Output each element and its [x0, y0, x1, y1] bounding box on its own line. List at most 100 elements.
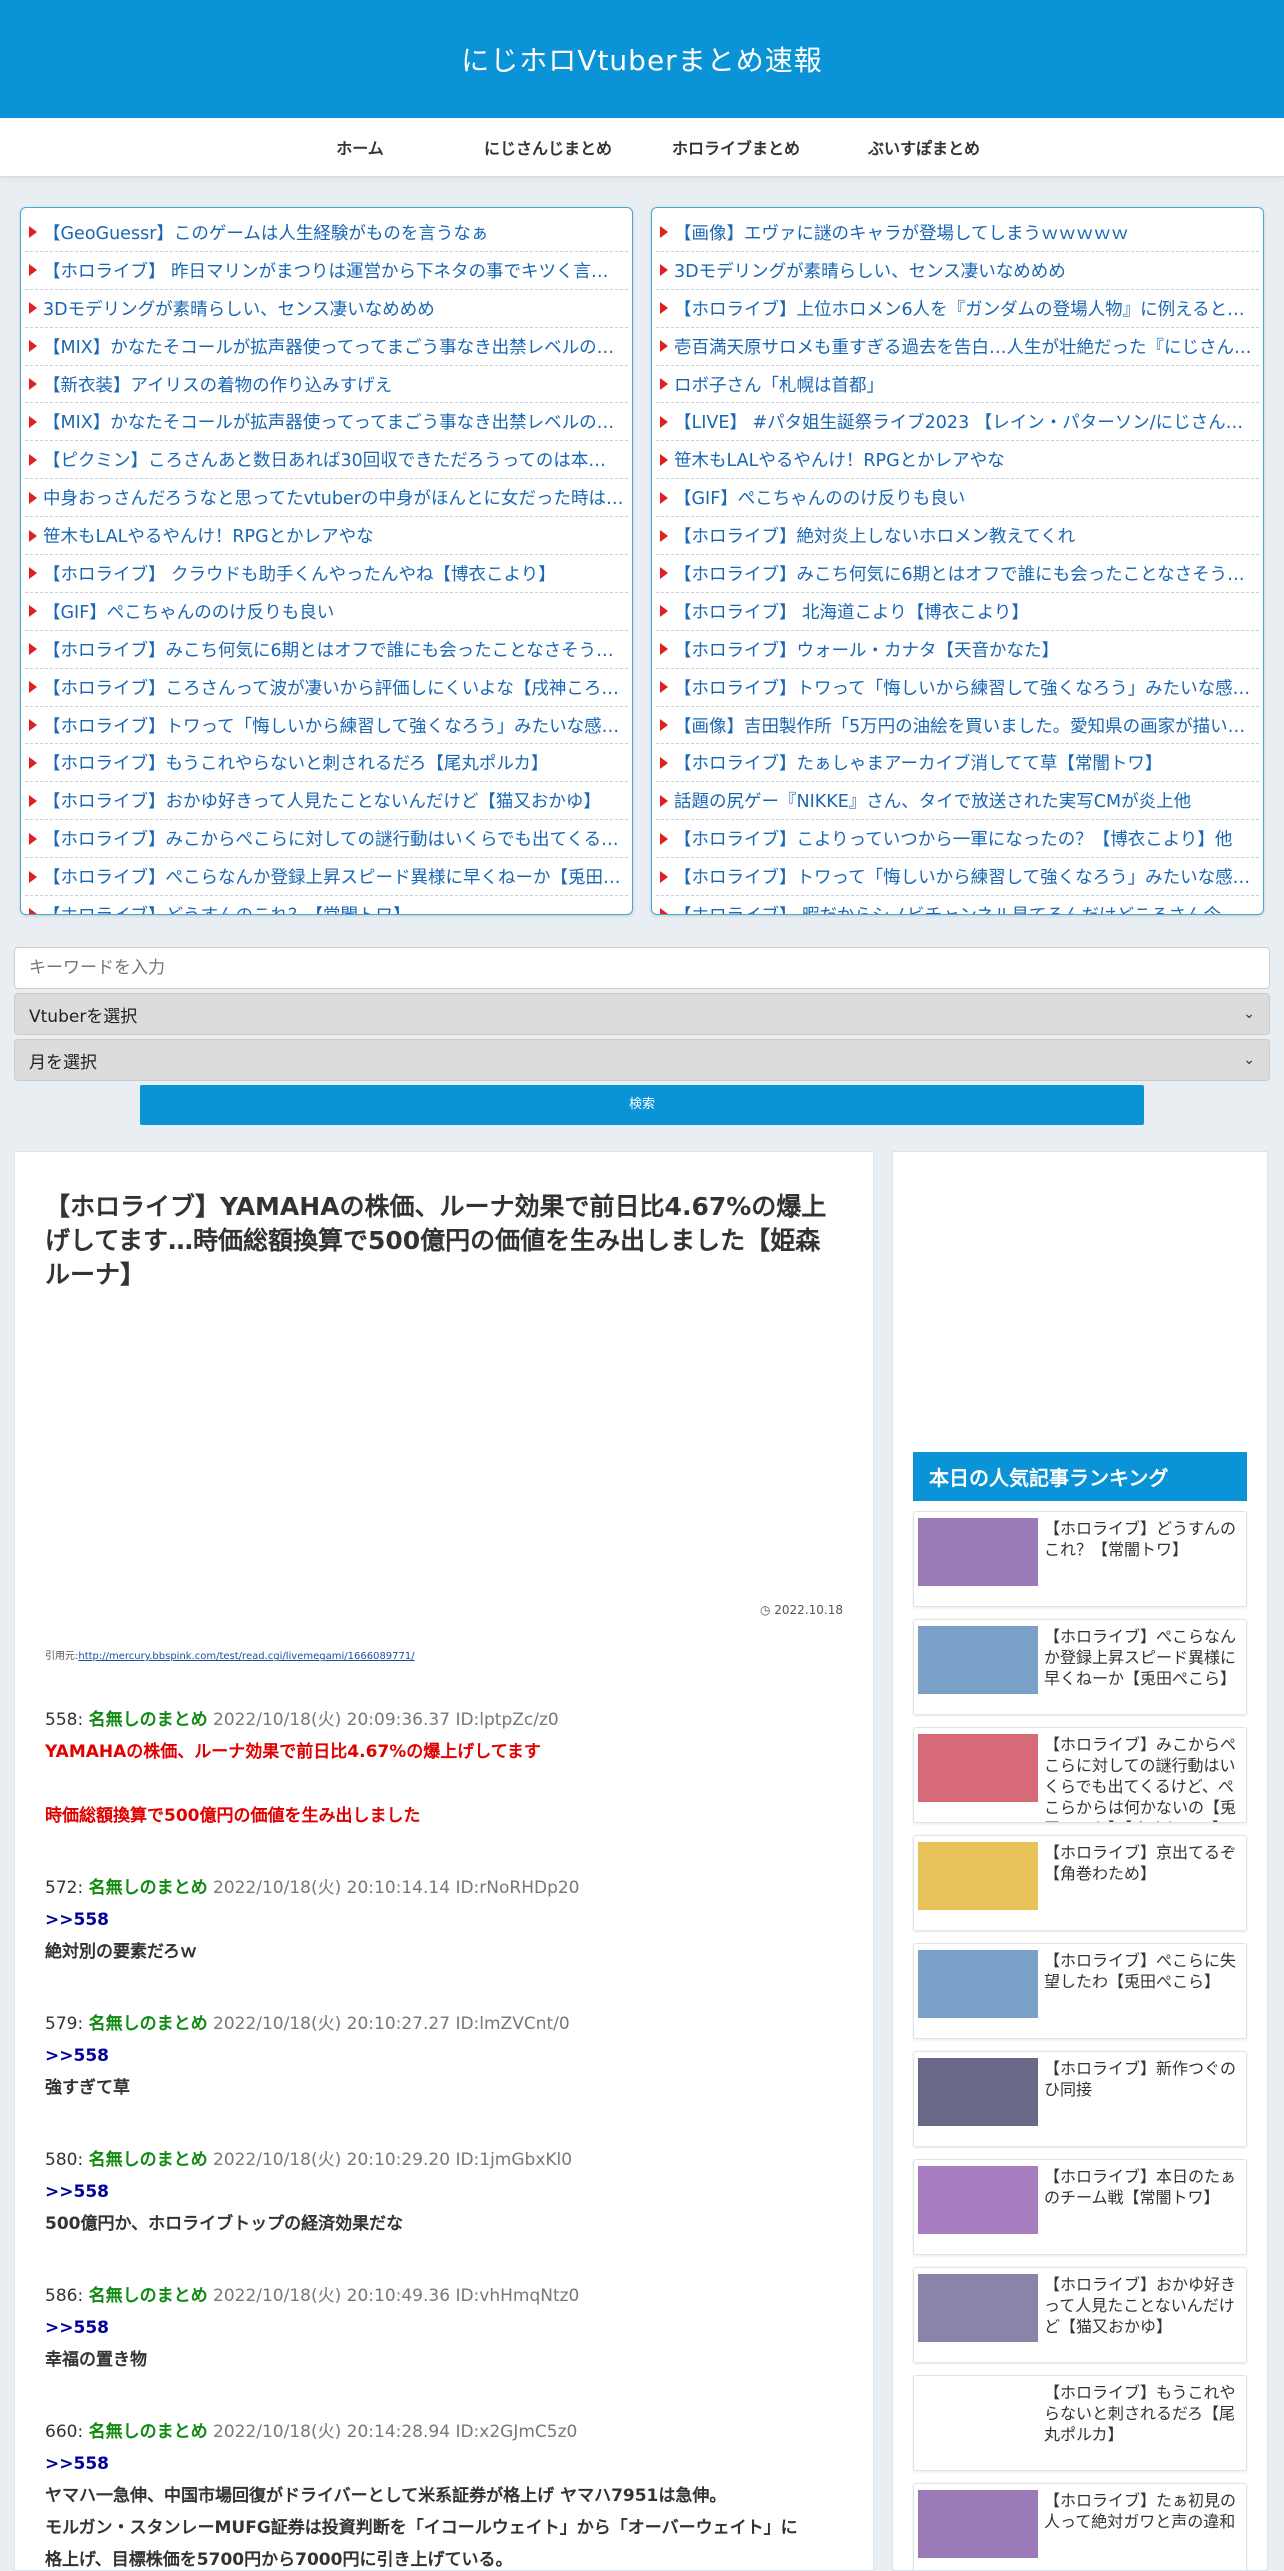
rss-item[interactable]: 【GIF】ぺこちゃんののけ反りも良い — [656, 479, 1259, 518]
search-button[interactable]: 検索 — [140, 1085, 1144, 1125]
rss-item-label: 【ホロライブ】どうすんのこれ？【常闇トワ】 — [43, 902, 411, 914]
reply-anchor[interactable]: >>558 — [45, 2176, 843, 2208]
rss-item[interactable]: 【ホロライブ】たぁしゃまアーカイブ消してて草【常闇トワ】 — [656, 744, 1259, 783]
ranking-thumbnail — [918, 1518, 1038, 1586]
triangle-bullet-icon — [29, 794, 37, 807]
rss-item[interactable]: 【MIX】かなたそコールが拡声器使ってってまごう事なき出禁レベルのう… — [25, 403, 628, 442]
triangle-bullet-icon — [660, 832, 668, 845]
ranking-item[interactable]: 【ホロライブ】ぺこらなんか登録上昇スピード異様に早くねーか【兎田ぺこら】 — [913, 1619, 1247, 1715]
rss-item[interactable]: 【ホロライブ】上位ホロメン6人を『ガンダムの登場人物』に例えると… — [656, 290, 1259, 328]
ranking-item[interactable]: 【ホロライブ】おかゆ好きって人見たことないんだけど【猫又おかゆ】 — [913, 2267, 1247, 2363]
triangle-bullet-icon — [29, 643, 37, 656]
rss-item[interactable]: 【ホロライブ】 昨日マリンがまつりは運営から下ネタの事でキツく言… — [25, 252, 628, 290]
rss-item-label: 【ホロライブ】たぁしゃまアーカイブ消してて草【常闇トワ】 — [674, 754, 1163, 775]
post-body-line — [45, 1768, 843, 1800]
post-header: 586: 名無しのまとめ 2022/10/18(火) 20:10:49.36 I… — [45, 2280, 843, 2312]
rss-item[interactable]: 【ホロライブ】絶対炎上しないホロメン教えてくれ — [656, 517, 1259, 556]
rss-item-label: 【GIF】ぺこちゃんののけ反りも良い — [674, 489, 966, 510]
rss-item[interactable]: 【ホロライブ】おかゆ好きって人見たことないんだけど【猫又おかゆ】 — [25, 782, 628, 821]
post: 572: 名無しのまとめ 2022/10/18(火) 20:10:14.14 I… — [45, 1872, 843, 1968]
triangle-bullet-icon — [29, 605, 37, 618]
rss-item[interactable]: 笹木もLALやるやんけ！RPGとかレアやな — [25, 517, 628, 556]
reply-anchor[interactable]: >>558 — [45, 2448, 843, 2480]
rss-item[interactable]: 【GeoGuessr】このゲームは人生経験がものを言うなぁ — [25, 214, 628, 252]
rss-item[interactable]: 【ホロライブ】どうすんのこれ？【常闇トワ】 — [25, 896, 628, 914]
post-meta: 2022/10/18(火) 20:09:36.37 ID:lptpZc/z0 — [213, 1710, 559, 1731]
rss-item[interactable]: 【MIX】かなたそコールが拡声器使ってってまごう事なき出禁レベルのう… — [25, 328, 628, 366]
reply-anchor[interactable]: >>558 — [45, 2040, 843, 2072]
rss-item[interactable]: 【ピクミン】ころさんあと数日あれば30回収できただろうってのは本… — [25, 441, 628, 480]
triangle-bullet-icon — [660, 415, 668, 428]
rss-item[interactable]: 【ホロライブ】トワって「悔しいから練習して強くなろう」みたいな感… — [656, 858, 1259, 897]
triangle-bullet-icon — [29, 491, 37, 504]
rss-item-label: 【ホロライブ】 クラウドも助手くんやったんやね【博衣こより】 — [43, 564, 556, 585]
post-body-line: モルガン・スタンレーMUFG証券は投資判断を「イコールウェイト」から「オーバーウ… — [45, 2518, 798, 2539]
triangle-bullet-icon — [660, 605, 668, 618]
ranking-item[interactable]: 【ホロライブ】たぁ初見の人って絶対ガワと声の違和 — [913, 2483, 1247, 2570]
ranking-item-title: 【ホロライブ】新作つぐのひ同接 — [1044, 2059, 1237, 2099]
rss-item[interactable]: 3Dモデリングが素晴らしい、センス凄いなめめめ — [25, 290, 628, 328]
month-select-label: 月を選択 — [29, 1052, 97, 1073]
nav-nijisanji[interactable]: にじさんじまとめ — [454, 135, 642, 159]
rss-item[interactable]: ロボ子さん「札幌は首都」 — [656, 366, 1259, 404]
ranking-item[interactable]: 【ホロライブ】どうすんのこれ？【常闇トワ】 — [913, 1511, 1247, 1607]
rss-item[interactable]: 3Dモデリングが素晴らしい、センス凄いなめめめ — [656, 252, 1259, 290]
rss-item[interactable]: 【ホロライブ】トワって「悔しいから練習して強くなろう」みたいな感… — [656, 669, 1259, 707]
ranking-thumbnail — [918, 1950, 1038, 2018]
rss-item[interactable]: 話題の尻ゲー『NIKKE』さん、タイで放送された実写CMが炎上他 — [656, 782, 1259, 821]
rss-item-label: 3Dモデリングが素晴らしい、センス凄いなめめめ — [674, 261, 1066, 282]
site-title[interactable]: にじホロVtuberまとめ速報 — [461, 39, 822, 79]
ranking-item[interactable]: 【ホロライブ】京出てるぞ【角巻わため】 — [913, 1835, 1247, 1931]
rss-item-label: 【ホロライブ】トワって「悔しいから練習して強くなろう」みたいな感… — [43, 716, 620, 737]
post: 579: 名無しのまとめ 2022/10/18(火) 20:10:27.27 I… — [45, 2008, 843, 2104]
ranking-item[interactable]: 【ホロライブ】新作つぐのひ同接 — [913, 2051, 1247, 2147]
rss-item[interactable]: 【新衣装】アイリスの着物の作り込みすげえ — [25, 366, 628, 404]
rss-item[interactable]: 【ホロライブ】こよりっていつから一軍になったの？【博衣こより】他 — [656, 820, 1259, 859]
post-header: 572: 名無しのまとめ 2022/10/18(火) 20:10:14.14 I… — [45, 1872, 843, 1904]
nav-home[interactable]: ホーム — [266, 135, 454, 159]
rss-item[interactable]: 【ホロライブ】みこからぺこらに対しての謎行動はいくらでも出てくる… — [25, 820, 628, 859]
rss-item[interactable]: 【ホロライブ】もうこれやらないと刺されるだろ【尾丸ポルカ】 — [25, 744, 628, 783]
ranking-item[interactable]: 【ホロライブ】ぺこらに失望したわ【兎田ぺこら】 — [913, 1943, 1247, 2039]
rss-item[interactable]: 【GIF】ぺこちゃんののけ反りも良い — [25, 593, 628, 631]
month-select[interactable]: 月を選択 ⌄ — [14, 1039, 1270, 1081]
nav-hololive[interactable]: ホロライブまとめ — [642, 135, 830, 159]
source-link[interactable]: http://mercury.bbspink.com/test/read.cgi… — [78, 1651, 414, 1662]
rss-item-label: 【ホロライブ】みこち何気に6期とはオフで誰にも会ったことなさそう… — [674, 564, 1245, 585]
rss-item[interactable]: 【ホロライブ】 北海道こより【博衣こより】 — [656, 593, 1259, 631]
rss-item[interactable]: 【LIVE】 #パタ姐生誕祭ライブ2023 【レイン・パターソン/にじさんじ… — [656, 403, 1259, 442]
ranking-thumbnail — [918, 2274, 1038, 2342]
rss-item[interactable]: 笹木もLALやるやんけ！RPGとかレアやな — [656, 441, 1259, 480]
keyword-input[interactable] — [14, 947, 1270, 989]
rss-item[interactable]: 【ホロライブ】ぺこらなんか登録上昇スピード異様に早くねーか【兎田… — [25, 858, 628, 897]
rss-item[interactable]: 【ホロライブ】トワって「悔しいから練習して強くなろう」みたいな感… — [25, 707, 628, 745]
triangle-bullet-icon — [29, 567, 37, 580]
rss-item[interactable]: 【画像】吉田製作所「5万円の油絵を買いました。愛知県の画家が描い… — [656, 707, 1259, 745]
rss-item[interactable]: 【画像】エヴァに謎のキャラが登場してしまうｗｗｗｗｗ — [656, 214, 1259, 252]
ranking-item[interactable]: 【ホロライブ】本日のたぁのチーム戦【常闇トワ】 — [913, 2159, 1247, 2255]
rss-item[interactable]: 【ホロライブ】 暇だからシノビチャンネル見てるんだけどころさん今… — [656, 896, 1259, 914]
post-meta: 2022/10/18(火) 20:14:28.94 ID:x2GJmC5z0 — [213, 2422, 578, 2443]
reply-anchor[interactable]: >>558 — [45, 1904, 843, 1936]
reply-anchor[interactable]: >>558 — [45, 2312, 843, 2344]
post: 558: 名無しのまとめ 2022/10/18(火) 20:09:36.37 I… — [45, 1704, 843, 1832]
vtuber-select[interactable]: Vtuberを選択 ⌄ — [14, 993, 1270, 1035]
rss-item[interactable]: 【ホロライブ】 クラウドも助手くんやったんやね【博衣こより】 — [25, 555, 628, 593]
ranking-item[interactable]: 【ホロライブ】もうこれやらないと刺されるだろ【尾丸ポルカ】 — [913, 2375, 1247, 2471]
rss-item[interactable]: 【ホロライブ】ころさんって波が凄いから評価しにくいよな【戌神ころ… — [25, 669, 628, 707]
nav-vspo[interactable]: ぶいすぽまとめ — [830, 135, 1018, 159]
post-number: 558: — [45, 1710, 84, 1731]
rss-item[interactable]: 【ホロライブ】みこち何気に6期とはオフで誰にも会ったことなさそう… — [25, 631, 628, 669]
rss-item[interactable]: 中身おっさんだろうなと思ってたvtuberの中身がほんとに女だった時は… — [25, 479, 628, 518]
source-citation: 引用元:http://mercury.bbspink.com/test/read… — [45, 1647, 843, 1662]
rss-item-label: 【ホロライブ】絶対炎上しないホロメン教えてくれ — [674, 527, 1076, 548]
rss-item[interactable]: 【ホロライブ】ウォール・カナタ【天音かなた】 — [656, 631, 1259, 669]
post-meta: 2022/10/18(火) 20:10:27.27 ID:lmZVCnt/0 — [213, 2014, 570, 2035]
triangle-bullet-icon — [29, 302, 37, 315]
ranking-item-title: 【ホロライブ】京出てるぞ【角巻わため】 — [1044, 1843, 1237, 1883]
article-date-text: 2022.10.18 — [774, 1603, 843, 1618]
article-title: 【ホロライブ】YAMAHAの株価、ルーナ効果で前日比4.67%の爆上げしてます…… — [45, 1192, 827, 1289]
ranking-item[interactable]: 【ホロライブ】みこからぺこらに対しての謎行動はいくらでも出てくるけど、ぺこらから… — [913, 1727, 1247, 1823]
rss-item[interactable]: 【ホロライブ】みこち何気に6期とはオフで誰にも会ったことなさそう… — [656, 555, 1259, 593]
rss-item[interactable]: 壱百満天原サロメも重すぎる過去を告白…人生が壮絶だった『にじさん… — [656, 328, 1259, 366]
